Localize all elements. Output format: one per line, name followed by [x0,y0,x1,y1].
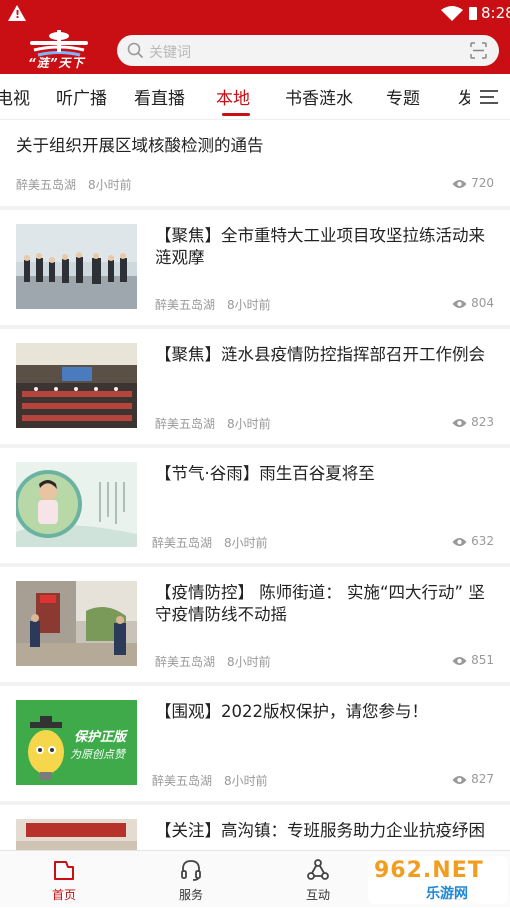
site-watermark: 962.NET 乐游网 [368,856,508,904]
news-title: 【节气·谷雨】雨生百谷夏将至 [155,464,375,483]
news-meta: 醉美五岛湖 8小时前 [16,176,132,193]
news-title: 关于组织开展区域核酸检测的通告 [16,136,264,155]
nav-interact[interactable]: 互动 [278,851,358,908]
news-item[interactable]: 【节气·谷雨】雨生百谷夏将至 醉美五岛湖 8小时前 632 [0,448,510,563]
news-meta: 醉美五岛湖 8小时前 [152,774,268,788]
news-views: 720 [452,176,494,190]
tab-special[interactable]: 专题 [386,84,420,109]
news-item[interactable]: 保护正版 为原创点赞 【围观】2022版权保护，请您参与！ 醉美五岛湖 8小时前 … [0,686,510,801]
status-time: 8:28 [481,4,510,22]
home-icon [54,861,74,880]
eye-icon [452,776,467,784]
news-meta: 醉美五岛湖 8小时前 [152,536,268,550]
eye-icon [452,180,467,188]
news-thumbnail: 保护正版 为原创点赞 [16,700,137,785]
eye-icon [452,538,467,546]
news-views: 823 [452,415,494,429]
tab-reading[interactable]: 书香涟水 [285,84,353,109]
news-views: 632 [452,534,494,548]
news-title: 【疫情防控】 陈师街道： 实施“四大行动” 坚守疫情防线不动摇 [155,583,485,624]
news-item[interactable]: 【关注】高沟镇：专班服务助力企业抗疫纾困 [0,805,510,850]
news-thumbnail [16,462,137,547]
search-bar[interactable]: 关键词 [117,35,499,66]
news-views: 804 [452,296,494,310]
news-meta: 醉美五岛湖 8小时前 [155,417,271,431]
status-bar: 8:28 [0,0,510,26]
warning-icon [8,5,26,21]
news-thumbnail [16,581,137,666]
eye-icon [452,419,467,427]
news-title: 【围观】2022版权保护，请您参与！ [155,702,428,721]
news-item[interactable]: 【聚焦】全市重特大工业项目攻坚拉练活动来涟观摩 醉美五岛湖 8小时前 804 [0,210,510,325]
battery-icon [469,7,477,20]
eye-icon [452,300,467,308]
tab-local[interactable]: 本地 [216,84,250,109]
news-views: 827 [452,772,494,786]
tab-radio[interactable]: 听广播 [56,84,107,109]
news-thumbnail [16,819,137,850]
search-placeholder: 关键词 [149,45,191,61]
news-title: 【聚焦】涟水县疫情防控指挥部召开工作例会 [155,345,485,364]
watermark-logo: 962.NET [374,858,484,883]
logo-text: “涟”天下 [28,56,85,70]
eye-icon [452,657,467,665]
scan-icon[interactable] [470,42,487,59]
channel-tabs: 电视 听广播 看直播 本地 书香涟水 专题 发 [0,74,510,120]
headset-icon [181,860,201,881]
tab-live[interactable]: 看直播 [134,84,185,109]
nav-home[interactable]: 首页 [24,851,104,908]
copyright-slogan: 保护正版 [74,730,127,745]
news-source: 醉美五岛湖 [16,178,77,192]
news-item[interactable]: 关于组织开展区域核酸检测的通告 醉美五岛湖 8小时前 720 [0,120,510,206]
news-item[interactable]: 【疫情防控】 陈师街道： 实施“四大行动” 坚守疫情防线不动摇 醉美五岛湖 8小时… [0,567,510,682]
channel-menu-icon[interactable] [470,74,510,119]
community-icon [307,859,329,880]
tab-tv[interactable]: 电视 [0,84,30,109]
watermark-sub: 乐游网 [426,886,468,902]
news-thumbnail [16,343,137,428]
news-feed: 关于组织开展区域核酸检测的通告 醉美五岛湖 8小时前 720 【聚焦】全市重特大工… [0,120,510,850]
wifi-icon [441,6,463,21]
news-views: 851 [452,653,494,667]
active-tab-indicator [222,113,250,116]
nav-service[interactable]: 服务 [151,851,231,908]
search-icon [127,42,144,59]
news-meta: 醉美五岛湖 8小时前 [155,655,271,669]
copyright-slogan-sub: 为原创点赞 [70,748,125,761]
news-time: 8小时前 [88,178,132,192]
news-meta: 醉美五岛湖 8小时前 [155,298,271,312]
news-thumbnail [16,224,137,309]
app-header: “涟”天下 关键词 [0,26,510,74]
news-item[interactable]: 【聚焦】涟水县疫情防控指挥部召开工作例会 醉美五岛湖 8小时前 823 [0,329,510,444]
news-title: 【关注】高沟镇：专班服务助力企业抗疫纾困 [155,821,485,840]
news-title: 【聚焦】全市重特大工业项目攻坚拉练活动来涟观摩 [155,226,485,267]
